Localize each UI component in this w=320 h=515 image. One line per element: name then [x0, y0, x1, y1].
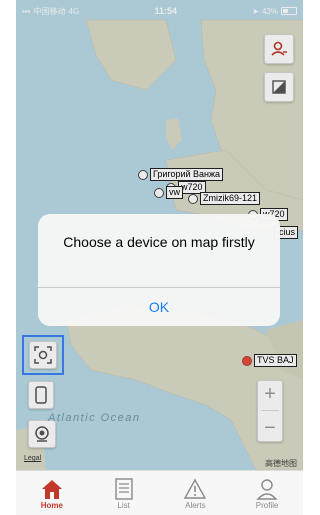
tab-list[interactable]: List [88, 471, 160, 515]
tab-label: Home [40, 500, 63, 510]
app-screen: ▪▪▪ 中国移动 4G 11:54 ➤ 43% Григорий Ванжа w… [16, 0, 303, 515]
tab-label: Alerts [185, 500, 206, 510]
alert-dialog: Choose a device on map firstly OK [38, 214, 280, 326]
ok-button[interactable]: OK [38, 288, 280, 326]
tab-profile[interactable]: Profile [231, 471, 303, 515]
dialog-message: Choose a device on map firstly [63, 234, 255, 250]
home-icon [41, 479, 62, 499]
tab-label: List [117, 500, 130, 510]
tab-home[interactable]: Home [16, 471, 88, 515]
tab-alerts[interactable]: Alerts [160, 471, 232, 515]
list-icon [114, 477, 133, 500]
profile-icon [256, 478, 278, 500]
tab-label: Profile [255, 500, 279, 510]
tab-bar: Home List Alerts Profile [16, 470, 303, 515]
alert-icon [184, 478, 207, 499]
